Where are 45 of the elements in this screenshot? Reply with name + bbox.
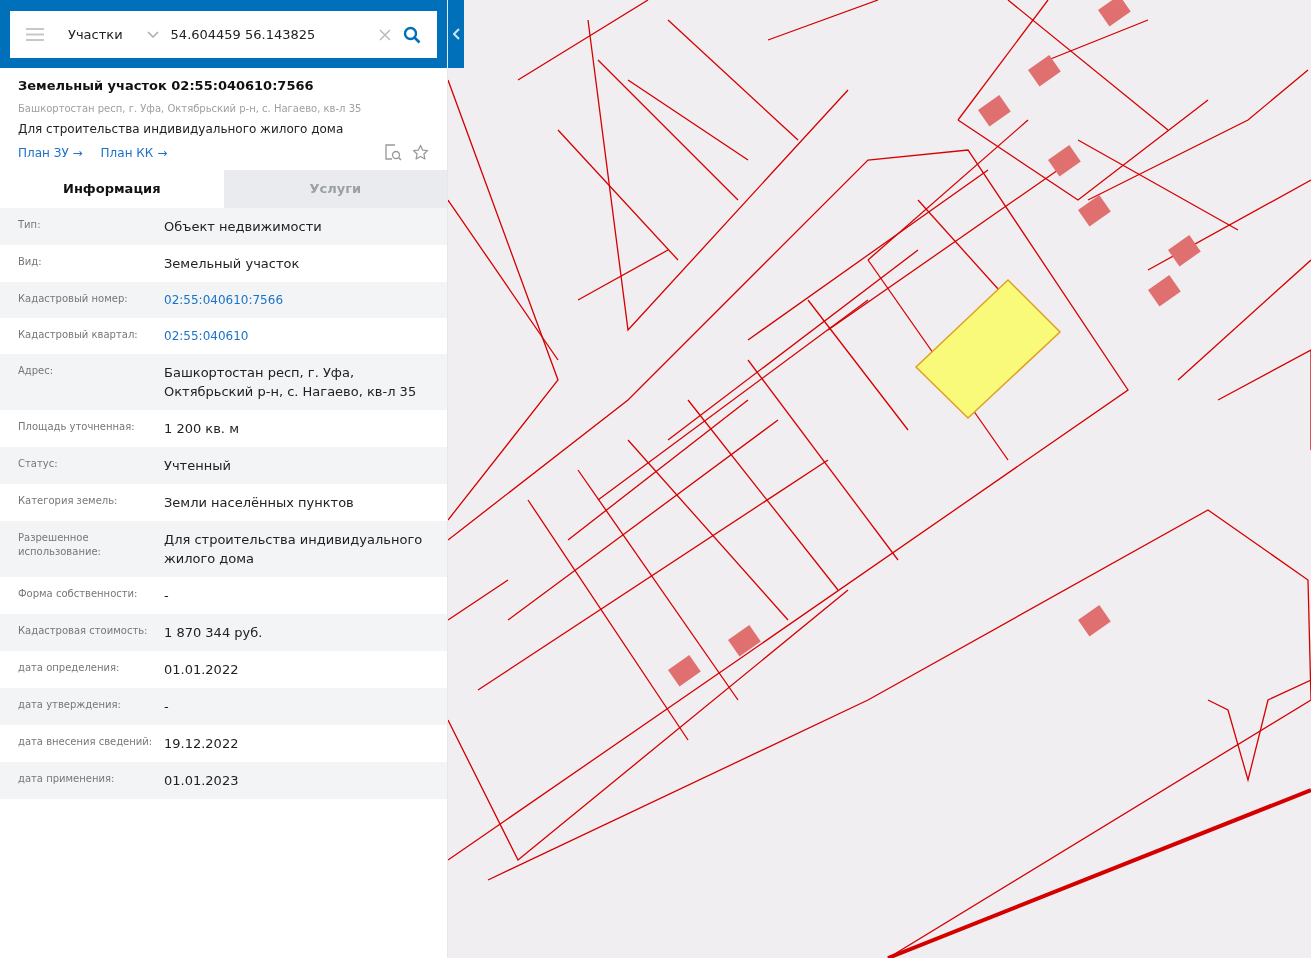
field-label: Форма собственности: xyxy=(18,586,139,601)
field-label: дата применения: xyxy=(18,771,116,786)
field-label: Тип: xyxy=(18,217,42,232)
field-label: Категория земель: xyxy=(18,493,119,508)
search-icon[interactable] xyxy=(403,25,421,44)
field-link[interactable]: 02:55:040610:7566 xyxy=(164,290,283,309)
field-value: Земельный участок xyxy=(164,254,300,273)
field-value: 01.01.2023 xyxy=(164,771,239,790)
field-value: 1 870 344 руб. xyxy=(164,623,263,642)
object-address: Башкортостан респ, г. Уфа, Октябрьский р-н, с. Нагаево, кв-л 35 xyxy=(18,101,363,116)
field-label: Кадастровый номер: xyxy=(18,291,129,306)
collapse-button[interactable] xyxy=(448,0,464,68)
field-label: Разрешенное использование: xyxy=(18,530,102,559)
field-value: - xyxy=(164,586,169,605)
field-value: Башкортостан респ, г. Уфа, Октябрьский р-н, с. Нагаево, кв-л 35 xyxy=(164,363,418,401)
object-title: Земельный участок 02:55:040610:7566 xyxy=(18,77,315,95)
field-label: дата внесения сведений: xyxy=(18,734,154,749)
field-value: 19.12.2022 xyxy=(164,734,239,753)
field-value: 1 200 кв. м xyxy=(164,419,239,438)
object-purpose: Для строительства индивидуального жилого дома xyxy=(18,120,345,138)
field-label: дата утверждения: xyxy=(18,697,122,712)
document-search-icon[interactable] xyxy=(385,144,402,161)
caret-icon xyxy=(146,30,159,39)
field-label: Кадастровый квартал: xyxy=(18,327,139,342)
field-label: Площадь уточненная: xyxy=(18,419,136,434)
plan-link[interactable]: План КК → xyxy=(100,143,168,162)
search-field[interactable]: 54.604459 56.143825 xyxy=(170,24,367,45)
plan-link[interactable]: План ЗУ → xyxy=(18,143,83,162)
field-link[interactable]: 02:55:040610 xyxy=(164,326,249,345)
field-value: - xyxy=(164,697,169,716)
close-icon[interactable] xyxy=(379,28,391,41)
field-label: Вид: xyxy=(18,254,43,269)
field-value: 01.01.2022 xyxy=(164,660,239,679)
star-icon[interactable] xyxy=(412,144,429,161)
menu-icon[interactable] xyxy=(26,28,44,41)
field-label: Адрес: xyxy=(18,363,55,378)
chevron-left-icon xyxy=(452,28,460,40)
field-label: дата определения: xyxy=(18,660,121,675)
field-value: Объект недвижимости xyxy=(164,217,322,236)
layer-select[interactable]: Участки xyxy=(68,24,159,45)
field-value: Учтенный xyxy=(164,456,231,475)
field-label: Статус: xyxy=(18,456,59,471)
field-value: Земли населённых пунктов xyxy=(164,493,354,512)
field-value: Для строительства индивидуального жилого дома xyxy=(164,530,424,568)
field-label: Кадастровая стоимость: xyxy=(18,623,149,638)
